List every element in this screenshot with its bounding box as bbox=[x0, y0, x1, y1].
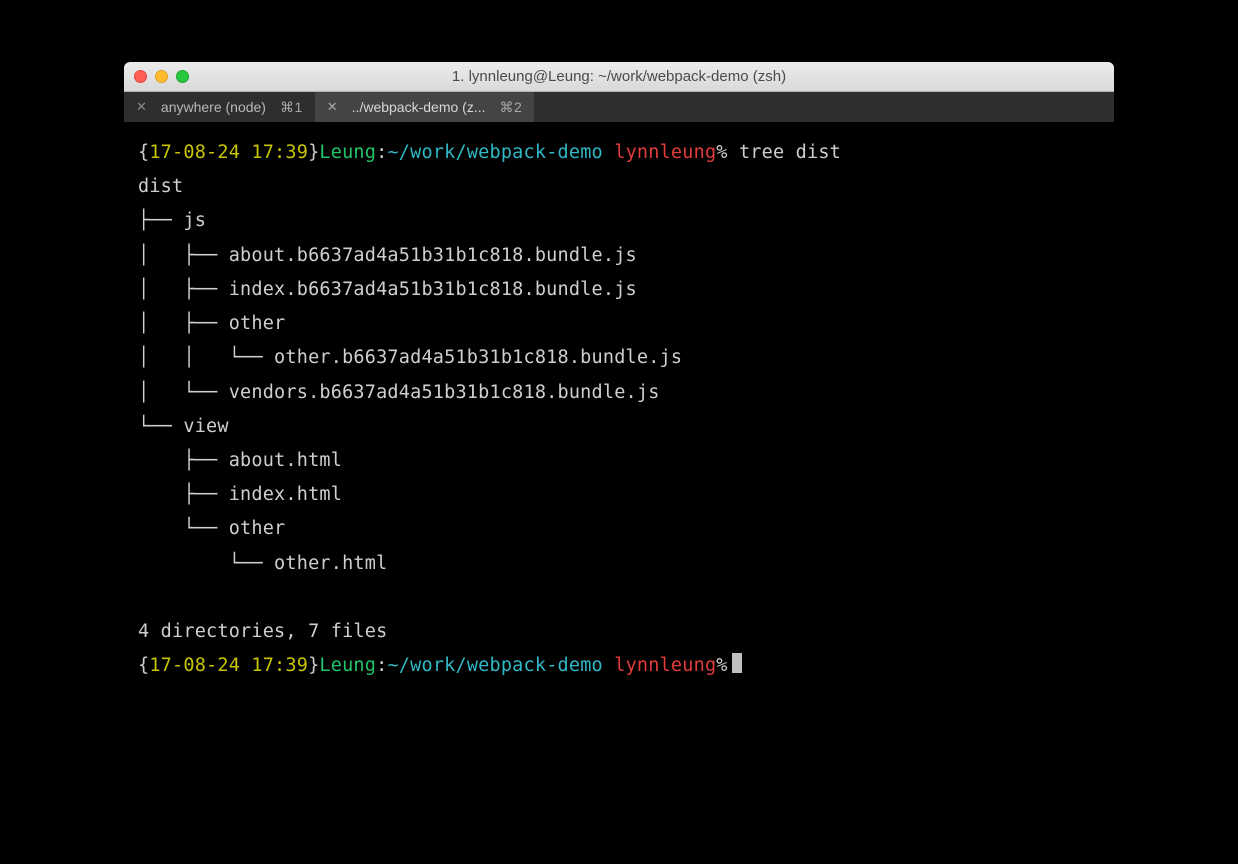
close-icon[interactable] bbox=[134, 70, 147, 83]
terminal-body[interactable]: {17-08-24 17:39}Leung:~/work/webpack-dem… bbox=[124, 122, 1114, 804]
minimize-icon[interactable] bbox=[155, 70, 168, 83]
tab-shortcut: ⌘2 bbox=[500, 99, 523, 116]
tree-output: dist ├── js │ ├── about.b6637ad4a51b31b1… bbox=[138, 176, 682, 573]
tree-summary: 4 directories, 7 files bbox=[138, 621, 387, 642]
traffic-lights bbox=[134, 70, 189, 83]
tab-label: anywhere (node) bbox=[161, 99, 266, 115]
tab-webpack-demo[interactable]: ✕ ../webpack-demo (z... ⌘2 bbox=[315, 92, 535, 122]
command-text: tree dist bbox=[739, 142, 841, 163]
close-tab-icon[interactable]: ✕ bbox=[327, 99, 338, 115]
tab-anywhere[interactable]: ✕ anywhere (node) ⌘1 bbox=[124, 92, 315, 122]
cursor-icon bbox=[732, 653, 742, 673]
tab-label: ../webpack-demo (z... bbox=[352, 99, 486, 115]
tab-shortcut: ⌘1 bbox=[280, 99, 303, 116]
terminal-window: 1. lynnleung@Leung: ~/work/webpack-demo … bbox=[124, 62, 1114, 804]
prompt-line: {17-08-24 17:39}Leung:~/work/webpack-dem… bbox=[138, 142, 841, 163]
zoom-icon[interactable] bbox=[176, 70, 189, 83]
tab-bar: ✕ anywhere (node) ⌘1 ✕ ../webpack-demo (… bbox=[124, 92, 1114, 122]
close-tab-icon[interactable]: ✕ bbox=[136, 99, 147, 115]
titlebar[interactable]: 1. lynnleung@Leung: ~/work/webpack-demo … bbox=[124, 62, 1114, 92]
window-title: 1. lynnleung@Leung: ~/work/webpack-demo … bbox=[124, 68, 1114, 85]
prompt-line: {17-08-24 17:39}Leung:~/work/webpack-dem… bbox=[138, 655, 728, 676]
